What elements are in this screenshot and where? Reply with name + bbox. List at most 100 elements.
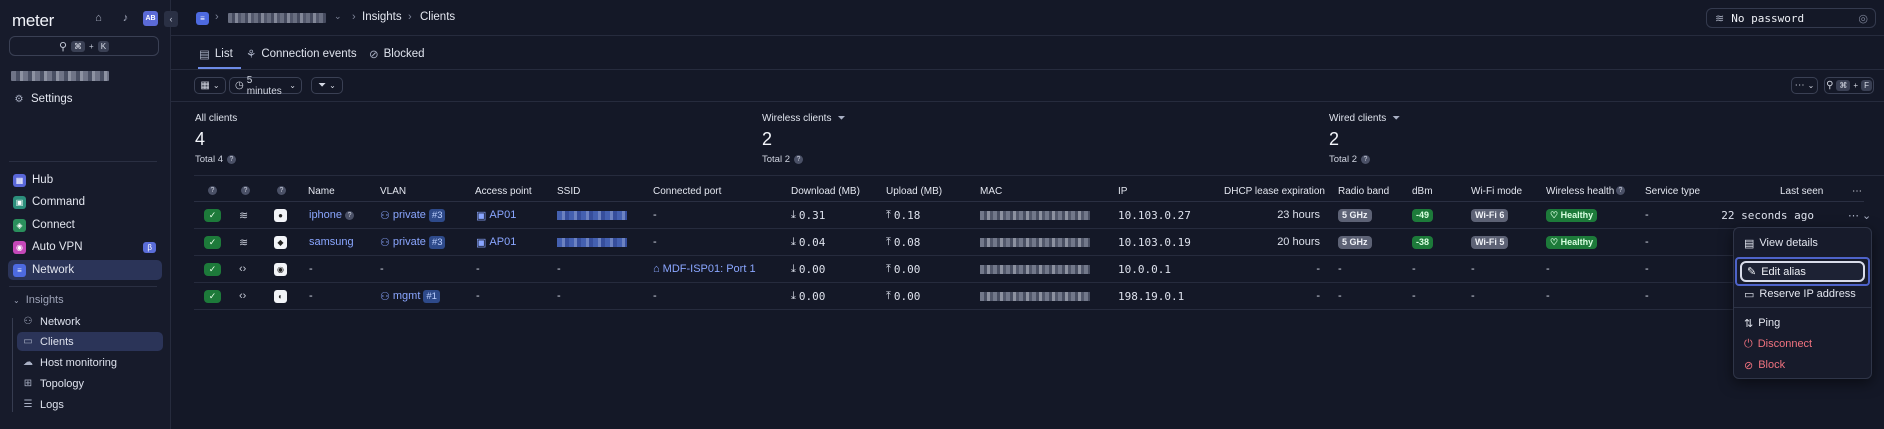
- col-header-dhcp-lease[interactable]: DHCP lease expiration: [1224, 186, 1325, 197]
- bell-icon[interactable]: ♪: [119, 12, 132, 25]
- time-range-select[interactable]: ◷ 5 minutes ⌄: [229, 75, 302, 97]
- col-header-ssid[interactable]: SSID: [557, 186, 580, 197]
- eye-icon[interactable]: ◎: [1858, 12, 1868, 25]
- filter-icon: ⏷: [318, 80, 327, 91]
- table-search-button[interactable]: ⚲ ⌘ + F: [1824, 77, 1874, 94]
- search-icon: ⚲: [58, 40, 68, 53]
- vlan-name[interactable]: private: [393, 209, 426, 221]
- access-point-name[interactable]: AP01: [489, 209, 516, 221]
- menu-item-view-details[interactable]: ▤ View details: [1744, 235, 1818, 251]
- stat-total: Total 4: [195, 154, 223, 165]
- breadcrumb-insights[interactable]: Insights: [362, 11, 402, 23]
- ssid-redacted[interactable]: [557, 210, 627, 220]
- nav-connect[interactable]: ◈ Connect: [8, 215, 162, 235]
- col-header-wifi-mode[interactable]: Wi-Fi mode: [1471, 186, 1522, 197]
- filter-icon[interactable]: ⏷: [1392, 113, 1400, 124]
- inbox-icon[interactable]: ⌂: [92, 12, 105, 25]
- table-row[interactable]: ✓ ‹› ◐ - ⚇ mgmt #1 - - - ⤓ 0.00 ⤒ 0.00 198.1…: [194, 283, 1864, 310]
- connected-port[interactable]: MDF-ISP01: Port 1: [663, 263, 756, 275]
- filter-icon[interactable]: ⏷: [837, 113, 845, 124]
- table-row[interactable]: ✓ ≋ ◆ samsung ⚇ private #3 ▣ AP01 - ⤓ 0.04 ⤒…: [194, 229, 1864, 256]
- stat-all-clients: All clients 4 Total 4?: [195, 113, 495, 165]
- ellipsis-icon[interactable]: ⋯: [1852, 186, 1862, 197]
- sidebar-item-logs[interactable]: ☰ Logs: [17, 395, 163, 414]
- chevron-down-icon: ⌄: [13, 295, 20, 305]
- sidebar-item-network[interactable]: ⚇ Network: [17, 312, 163, 331]
- col-header-download[interactable]: Download (MB): [791, 186, 860, 197]
- wifi-password-field[interactable]: ≋ No password ◎: [1706, 8, 1876, 28]
- access-point-name[interactable]: AP01: [489, 236, 516, 248]
- nav-auto-vpn[interactable]: ◉ Auto VPN β: [8, 237, 162, 257]
- settings-link[interactable]: ⚙ Settings: [8, 89, 162, 109]
- chevron-down-icon[interactable]: ⌄: [334, 11, 342, 22]
- shortcut-key: F: [1861, 80, 1872, 91]
- help-icon[interactable]: ?: [1361, 155, 1370, 164]
- col-header-upload[interactable]: Upload (MB): [886, 186, 942, 197]
- search-button[interactable]: ⚲ ⌘ + K: [9, 36, 159, 56]
- wifi-icon: ≋: [1715, 12, 1725, 25]
- sidebar-item-host-monitoring[interactable]: ☁ Host monitoring: [17, 353, 163, 372]
- col-header-mac[interactable]: MAC: [980, 186, 1002, 197]
- client-name[interactable]: iphone: [309, 209, 342, 221]
- logs-icon: ☰: [23, 399, 33, 410]
- tab-connection-events[interactable]: ⚘ Connection events: [246, 46, 357, 62]
- vlan-name[interactable]: mgmt: [393, 290, 421, 302]
- col-header-service-type[interactable]: Service type: [1645, 186, 1700, 197]
- table-row[interactable]: ✓ ‹› ◉ - - - - ⌂ MDF-ISP01: Port 1 ⤓ 0.00 …: [194, 256, 1864, 283]
- vlan-name[interactable]: private: [393, 236, 426, 248]
- health-badge: ♡ Healthy: [1546, 208, 1598, 222]
- tree-line: [12, 318, 13, 412]
- col-header-name[interactable]: Name: [308, 186, 335, 197]
- nav-hub[interactable]: ▦ Hub: [8, 170, 162, 190]
- ssid-redacted[interactable]: [557, 237, 627, 247]
- nav-network[interactable]: ≡ Network: [8, 260, 162, 280]
- help-icon[interactable]: ?: [794, 155, 803, 164]
- view-options-button[interactable]: ▦ ⌄: [194, 77, 226, 94]
- menu-item-edit-alias[interactable]: ✎ Edit alias: [1740, 261, 1865, 282]
- help-icon[interactable]: ?: [208, 186, 217, 195]
- nav-label: Command: [32, 196, 86, 208]
- client-name[interactable]: samsung: [309, 229, 354, 255]
- tab-blocked[interactable]: ⊘ Blocked: [369, 46, 425, 62]
- help-icon[interactable]: ?: [345, 210, 355, 220]
- help-icon[interactable]: ?: [241, 186, 250, 195]
- avatar[interactable]: AB: [143, 11, 158, 26]
- col-header-dbm[interactable]: dBm: [1412, 186, 1433, 197]
- wired-icon: ‹›: [239, 263, 247, 275]
- download-value: 0.04: [798, 235, 826, 249]
- more-options-button[interactable]: ⋯ ⌄: [1791, 77, 1818, 94]
- tab-list[interactable]: ▤ List: [199, 46, 233, 62]
- col-header-radio-band[interactable]: Radio band: [1338, 186, 1389, 197]
- connected-port: -: [653, 236, 657, 248]
- dhcp-lease: 20 hours: [1277, 236, 1320, 248]
- row-actions-button[interactable]: ⋯ ⌄: [1848, 202, 1871, 228]
- col-header-connected-port[interactable]: Connected port: [653, 186, 721, 197]
- access-point-name: -: [476, 290, 480, 302]
- col-header-ip[interactable]: IP: [1118, 186, 1127, 197]
- details-icon: ▤: [1744, 237, 1755, 250]
- nav-command[interactable]: ▣ Command: [8, 192, 162, 212]
- col-header-vlan[interactable]: VLAN: [380, 186, 406, 197]
- org-name-redacted[interactable]: [11, 71, 109, 81]
- service-type: -: [1645, 209, 1649, 221]
- menu-item-reserve-ip[interactable]: ▭ Reserve IP address: [1744, 286, 1856, 302]
- help-icon[interactable]: ?: [277, 186, 286, 195]
- filter-button[interactable]: ⏷ ⌄: [311, 77, 343, 94]
- insights-section[interactable]: ⌄ Insights: [8, 290, 162, 310]
- sidebar-item-topology[interactable]: ⊞ Topology: [17, 374, 163, 393]
- connect-icon: ◈: [13, 218, 26, 232]
- dbm-badge: -38: [1412, 235, 1434, 249]
- menu-item-block[interactable]: ⊘ Block: [1744, 357, 1785, 373]
- help-icon[interactable]: ?: [227, 155, 236, 164]
- table-row[interactable]: ✓ ≋ ● iphone? ⚇ private #3 ▣ AP01 - ⤓ 0.31 ⤒…: [194, 202, 1871, 229]
- menu-item-disconnect[interactable]: ⏻ Disconnect: [1744, 336, 1812, 352]
- sidebar-item-clients[interactable]: ▭ Clients: [17, 332, 163, 351]
- connected-port: -: [653, 290, 657, 302]
- col-header-wireless-health[interactable]: Wireless health: [1546, 186, 1614, 197]
- tab-label: List: [214, 48, 233, 60]
- col-header-last-seen[interactable]: Last seen: [1780, 186, 1823, 197]
- col-header-access-point[interactable]: Access point: [475, 186, 532, 197]
- network-name-redacted[interactable]: [228, 13, 326, 23]
- help-icon[interactable]: ?: [1616, 186, 1625, 195]
- menu-item-ping[interactable]: ⇅ Ping: [1744, 315, 1780, 331]
